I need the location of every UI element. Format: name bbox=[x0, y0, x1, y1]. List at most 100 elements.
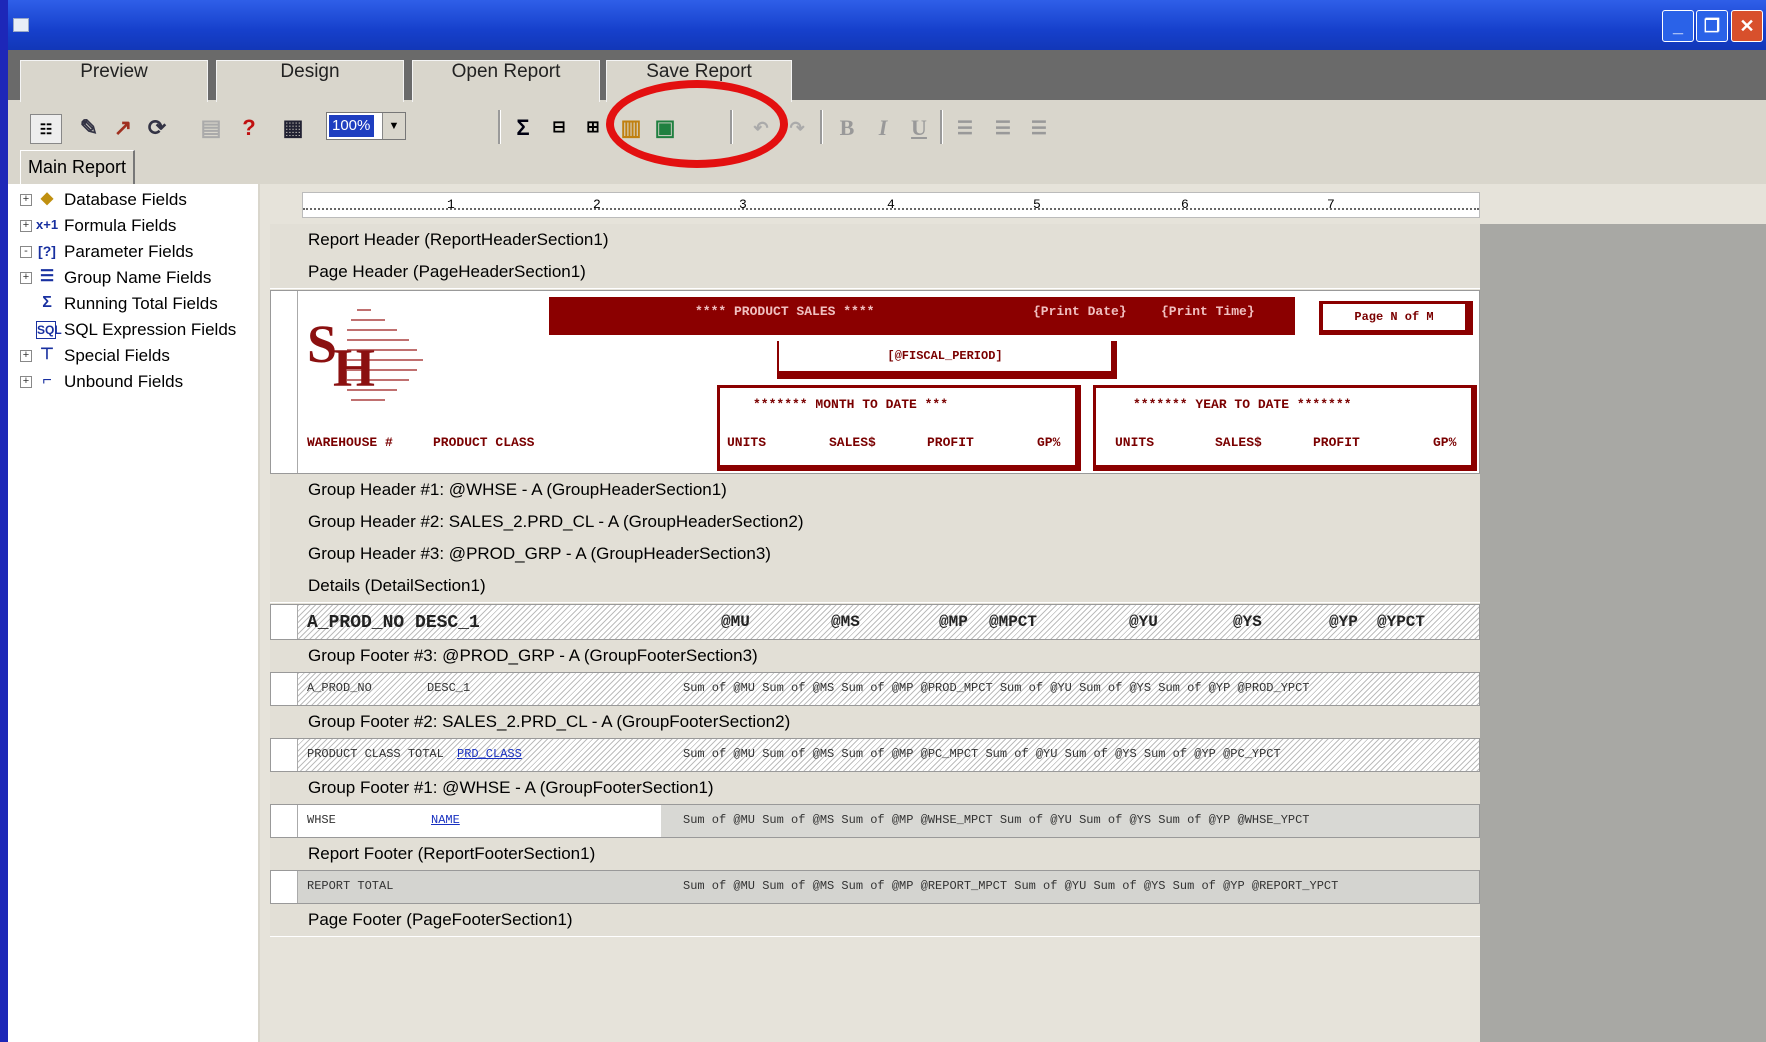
report-title-bar[interactable]: **** PRODUCT SALES **** {Print Date} {Pr… bbox=[549, 297, 1295, 335]
warehouse-totals[interactable]: Sum of @MU Sum of @MS Sum of @MP @WHSE_M… bbox=[683, 813, 1310, 827]
group-footer-1-band[interactable]: WHSE NAME Sum of @MU Sum of @MS Sum of @… bbox=[270, 804, 1480, 838]
mtd-gp-label: GP% bbox=[1037, 435, 1061, 450]
map-icon[interactable]: ▣ bbox=[650, 114, 680, 142]
ruler-mark: 5 bbox=[1033, 197, 1041, 212]
details-band[interactable]: A_PROD_NO DESC_1 @MU @MS @MP @MPCT @YU @… bbox=[270, 604, 1480, 640]
zoom-select[interactable]: 100% ▼ bbox=[326, 112, 406, 140]
page-header-band[interactable]: S H **** PRODUCT SALES **** {Print Date}… bbox=[270, 290, 1480, 474]
warehouse-label[interactable]: WAREHOUSE # bbox=[307, 435, 393, 450]
report-footer-band[interactable]: REPORT TOTAL Sum of @MU Sum of @MS Sum o… bbox=[270, 870, 1480, 904]
section-group-footer-1[interactable]: Group Footer #1: @WHSE - A (GroupFooterS… bbox=[270, 772, 1480, 805]
help-icon[interactable]: ? bbox=[236, 114, 262, 142]
summary-icon[interactable]: Σ bbox=[510, 114, 536, 142]
prd-class-field[interactable]: PRD_CLASS bbox=[457, 747, 522, 761]
yu-field[interactable]: @YU bbox=[1129, 613, 1158, 631]
undo-icon[interactable]: ↶ bbox=[748, 114, 774, 142]
tab-preview[interactable]: Preview bbox=[20, 60, 208, 102]
product-no-field[interactable]: A_PROD_NO bbox=[307, 681, 372, 695]
ys-field[interactable]: @YS bbox=[1233, 613, 1262, 631]
section-report-footer[interactable]: Report Footer (ReportFooterSection1) bbox=[270, 838, 1480, 871]
product-group-totals[interactable]: Sum of @MU Sum of @MS Sum of @MP @PROD_M… bbox=[683, 681, 1310, 695]
tree-label: Parameter Fields bbox=[64, 242, 194, 261]
align-right-icon[interactable]: ☰ bbox=[1026, 114, 1052, 142]
report-totals[interactable]: Sum of @MU Sum of @MS Sum of @MP @REPORT… bbox=[683, 879, 1338, 893]
section-group-footer-3[interactable]: Group Footer #3: @PROD_GRP - A (GroupFoo… bbox=[270, 640, 1480, 673]
ms-field[interactable]: @MS bbox=[831, 613, 860, 631]
tree-label: Formula Fields bbox=[64, 216, 177, 235]
product-class-label[interactable]: PRODUCT CLASS bbox=[433, 435, 534, 450]
toolbar-divider bbox=[820, 110, 823, 144]
whse-field[interactable]: WHSE bbox=[307, 813, 336, 827]
ytd-box[interactable]: ******* YEAR TO DATE ******* UNITS SALES… bbox=[1093, 385, 1477, 471]
insert-field-icon[interactable]: ✎ bbox=[74, 114, 104, 142]
export-icon[interactable]: ▤ bbox=[198, 114, 224, 142]
tab-open-report[interactable]: Open Report bbox=[412, 60, 600, 102]
mu-field[interactable]: @MU bbox=[721, 613, 750, 631]
section-group-header-3[interactable]: Group Header #3: @PROD_GRP - A (GroupHea… bbox=[270, 538, 1480, 571]
tree-label: Group Name Fields bbox=[64, 268, 212, 287]
print-time-field: {Print Time} bbox=[1161, 304, 1255, 319]
expand-icon[interactable]: + bbox=[20, 272, 32, 284]
expand-icon[interactable]: + bbox=[20, 194, 32, 206]
insert-chart-icon[interactable]: ↗ bbox=[108, 114, 138, 142]
ytd-label: ******* YEAR TO DATE ******* bbox=[1133, 397, 1352, 412]
yp-field[interactable]: @YP bbox=[1329, 613, 1358, 631]
mtd-units-label: UNITS bbox=[727, 435, 767, 450]
product-class-totals[interactable]: Sum of @MU Sum of @MS Sum of @MP @PC_MPC… bbox=[683, 747, 1281, 761]
expand-icon[interactable]: - bbox=[20, 246, 32, 258]
design-canvas: 1 2 3 4 5 6 7 Report Header (ReportHeade… bbox=[260, 184, 1766, 1042]
company-logo: S H bbox=[307, 299, 423, 409]
chevron-down-icon[interactable]: ▼ bbox=[382, 113, 405, 139]
ruler-mark: 2 bbox=[593, 197, 601, 212]
save-layout-icon[interactable]: ▦ bbox=[278, 114, 308, 142]
section-report-header[interactable]: Report Header (ReportHeaderSection1) bbox=[270, 224, 1480, 257]
restore-button[interactable]: ❐ bbox=[1696, 10, 1728, 42]
section-label: Group Header #3: @PROD_GRP - A (GroupHea… bbox=[308, 544, 771, 563]
redo-icon[interactable]: ↷ bbox=[784, 114, 810, 142]
mtd-box[interactable]: ******* MONTH TO DATE *** UNITS SALES$ P… bbox=[717, 385, 1081, 471]
expand-icon[interactable]: + bbox=[20, 350, 32, 362]
ytd-gp-label: GP% bbox=[1433, 435, 1457, 450]
tab-main-report[interactable]: Main Report bbox=[20, 150, 135, 185]
section-page-footer[interactable]: Page Footer (PageFooterSection1) bbox=[270, 904, 1480, 937]
ypct-field[interactable]: @YPCT bbox=[1377, 613, 1425, 631]
minimize-button[interactable]: _ bbox=[1662, 10, 1694, 42]
report-total-label[interactable]: REPORT TOTAL bbox=[307, 879, 393, 893]
italic-button[interactable]: I bbox=[870, 114, 896, 142]
chart-icon[interactable]: ▥ bbox=[616, 114, 646, 142]
section-label: Group Footer #1: @WHSE - A (GroupFooterS… bbox=[308, 778, 714, 797]
title-bar[interactable]: _ ❐ ✕ bbox=[8, 0, 1766, 50]
product-class-total-label[interactable]: PRODUCT CLASS TOTAL bbox=[307, 747, 444, 761]
tree-label: Database Fields bbox=[64, 190, 187, 209]
product-desc-field[interactable]: A_PROD_NO DESC_1 bbox=[307, 613, 480, 633]
desc-field[interactable]: DESC_1 bbox=[427, 681, 470, 695]
section-group-header-2[interactable]: Group Header #2: SALES_2.PRD_CL - A (Gro… bbox=[270, 506, 1480, 539]
close-button[interactable]: ✕ bbox=[1731, 10, 1763, 42]
section-group-footer-2[interactable]: Group Footer #2: SALES_2.PRD_CL - A (Gro… bbox=[270, 706, 1480, 739]
page-number-box[interactable]: Page N of M bbox=[1319, 301, 1473, 335]
section-group-header-1[interactable]: Group Header #1: @WHSE - A (GroupHeaderS… bbox=[270, 474, 1480, 507]
fiscal-period-box[interactable]: [@FISCAL_PERIOD] bbox=[777, 341, 1117, 379]
ytd-sales-label: SALES$ bbox=[1215, 435, 1262, 450]
toggle-tree-icon[interactable]: ☷ bbox=[30, 114, 62, 144]
mpct-field[interactable]: @MPCT bbox=[989, 613, 1037, 631]
mp-field[interactable]: @MP bbox=[939, 613, 968, 631]
section-details[interactable]: Details (DetailSection1) bbox=[270, 570, 1480, 603]
subreport-icon[interactable]: ⊞ bbox=[580, 114, 606, 142]
tab-design[interactable]: Design bbox=[216, 60, 404, 102]
fiscal-period-field: [@FISCAL_PERIOD] bbox=[779, 341, 1111, 371]
align-left-icon[interactable]: ☰ bbox=[952, 114, 978, 142]
align-center-icon[interactable]: ☰ bbox=[990, 114, 1016, 142]
group-footer-3-band[interactable]: A_PROD_NO DESC_1 Sum of @MU Sum of @MS S… bbox=[270, 672, 1480, 706]
expand-icon[interactable]: + bbox=[20, 220, 32, 232]
expand-icon[interactable]: + bbox=[20, 376, 32, 388]
section-page-header[interactable]: Page Header (PageHeaderSection1) bbox=[270, 256, 1480, 289]
section-label: Details (DetailSection1) bbox=[308, 576, 486, 595]
app-icon bbox=[13, 18, 29, 32]
refresh-icon[interactable]: ⟳ bbox=[142, 114, 172, 142]
underline-button[interactable]: U bbox=[906, 114, 932, 142]
bold-button[interactable]: B bbox=[834, 114, 860, 142]
group-icon[interactable]: ⊟ bbox=[546, 114, 572, 142]
group-footer-2-band[interactable]: PRODUCT CLASS TOTAL PRD_CLASS Sum of @MU… bbox=[270, 738, 1480, 772]
whse-name-field[interactable]: NAME bbox=[431, 813, 460, 827]
